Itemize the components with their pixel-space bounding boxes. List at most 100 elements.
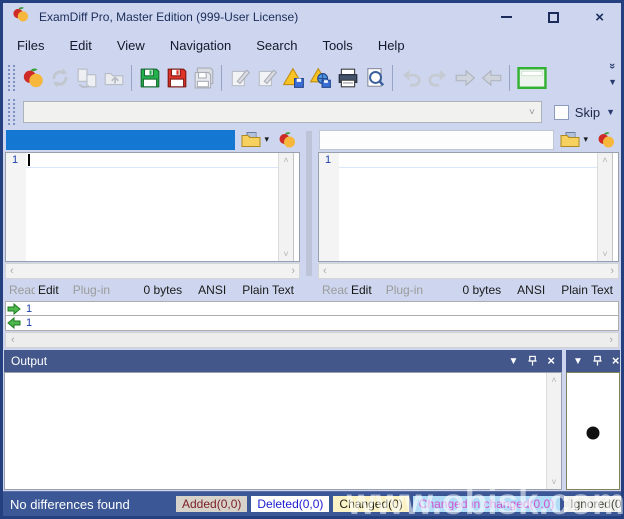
- left-horizontal-scrollbar[interactable]: ‹ ›: [5, 263, 300, 279]
- edit-mode-indicator[interactable]: Edit: [38, 283, 59, 297]
- right-vertical-scrollbar[interactable]: ˄ ˅: [597, 153, 612, 261]
- save-differences-as-html-button[interactable]: [307, 64, 334, 92]
- output-panel: Output ▼ × ˄ ˅: [4, 350, 562, 490]
- open-files-button[interactable]: [100, 64, 127, 92]
- scroll-down-icon[interactable]: ˅: [283, 249, 288, 259]
- right-file-path-combobox[interactable]: [319, 130, 554, 150]
- skip-checkbox[interactable]: [554, 105, 569, 120]
- left-browse-button[interactable]: ▾: [238, 129, 272, 151]
- menu-item-edit[interactable]: Edit: [69, 38, 91, 53]
- print-preview-button[interactable]: [361, 64, 388, 92]
- readonly-indicator: Read: [9, 283, 35, 297]
- save-both-files-button[interactable]: [190, 64, 217, 92]
- panel-menu-icon[interactable]: ▼: [509, 356, 519, 367]
- right-horizontal-scrollbar[interactable]: ‹ ›: [318, 263, 619, 279]
- right-diff-map-strip: [612, 153, 618, 261]
- scroll-up-icon[interactable]: ˄: [283, 155, 288, 165]
- pin-icon[interactable]: [592, 355, 603, 367]
- compare-files-button[interactable]: [19, 64, 46, 92]
- pin-icon[interactable]: [527, 355, 538, 367]
- print-button[interactable]: [334, 64, 361, 92]
- left-vertical-scrollbar[interactable]: ˄ ˅: [278, 153, 293, 261]
- copy-left-arrow-icon[interactable]: [7, 317, 21, 329]
- recompare-button[interactable]: [46, 64, 73, 92]
- save-differences-html-icon: [310, 67, 332, 89]
- right-editor-content[interactable]: [339, 153, 597, 261]
- menu-item-search[interactable]: Search: [256, 38, 297, 53]
- file-format-indicator: Plain Text: [561, 283, 613, 297]
- copy-to-right-button[interactable]: [451, 64, 478, 92]
- scroll-right-icon[interactable]: ›: [291, 265, 295, 277]
- menu-item-tools[interactable]: Tools: [322, 38, 352, 53]
- panel-menu-icon[interactable]: ▼: [573, 356, 583, 367]
- scroll-left-icon[interactable]: ‹: [10, 265, 14, 277]
- chevron-down-icon: ▾: [583, 134, 588, 145]
- edit-first-file-button[interactable]: [226, 64, 253, 92]
- scroll-down-icon[interactable]: ˅: [602, 249, 607, 259]
- merge-row[interactable]: 1: [5, 316, 619, 331]
- right-editor[interactable]: 1 ˄ ˅: [318, 152, 619, 262]
- redo-button[interactable]: [424, 64, 451, 92]
- menu-item-view[interactable]: View: [117, 38, 145, 53]
- pane-layout-button[interactable]: [514, 64, 550, 92]
- menu-item-files[interactable]: Files: [17, 38, 44, 53]
- edit-second-file-button[interactable]: [253, 64, 280, 92]
- file-format-indicator: Plain Text: [242, 283, 294, 297]
- merge-horizontal-scrollbar[interactable]: ‹ ›: [5, 332, 619, 348]
- save-first-file-button[interactable]: [136, 64, 163, 92]
- menu-item-help[interactable]: Help: [378, 38, 405, 53]
- left-compare-button[interactable]: [275, 129, 299, 151]
- output-panel-header[interactable]: Output ▼ ×: [4, 350, 562, 372]
- output-vertical-scrollbar[interactable]: ˄ ˅: [546, 373, 561, 489]
- encoding-indicator: ANSI: [517, 283, 545, 297]
- app-logo-icon: [278, 131, 296, 149]
- edit-mode-indicator[interactable]: Edit: [351, 283, 372, 297]
- toolbar-grip[interactable]: [8, 99, 15, 125]
- session-combobox[interactable]: ˅: [23, 101, 542, 123]
- maximize-button[interactable]: [548, 12, 559, 23]
- scroll-up-icon[interactable]: ˄: [551, 375, 556, 385]
- swap-panes-button[interactable]: [73, 64, 100, 92]
- left-line-number-gutter: 1: [6, 153, 26, 261]
- toolbar2-dropdown-button[interactable]: ▼: [606, 107, 615, 117]
- scroll-left-icon[interactable]: ‹: [11, 334, 15, 346]
- menu-item-navigation[interactable]: Navigation: [170, 38, 231, 53]
- window-title: ExamDiff Pro, Master Edition (999-User L…: [39, 10, 298, 24]
- save-second-file-button[interactable]: [163, 64, 190, 92]
- scroll-up-icon[interactable]: ˄: [602, 155, 607, 165]
- undo-button[interactable]: [397, 64, 424, 92]
- right-pane: ▾ 1 ˄ ˅: [317, 127, 620, 300]
- scroll-right-icon[interactable]: ›: [610, 265, 614, 277]
- right-pane-header: ▾: [317, 127, 620, 152]
- minimize-button[interactable]: [501, 16, 512, 18]
- right-browse-button[interactable]: ▾: [557, 129, 591, 151]
- side-panel-body: [566, 372, 620, 490]
- text-caret: [28, 154, 30, 166]
- scroll-down-icon[interactable]: ˅: [551, 477, 556, 487]
- right-compare-button[interactable]: [594, 129, 618, 151]
- copy-to-left-button[interactable]: [478, 64, 505, 92]
- merge-row[interactable]: 1: [5, 301, 619, 316]
- scroll-right-icon[interactable]: ›: [609, 334, 613, 346]
- save-differences-button[interactable]: [280, 64, 307, 92]
- scroll-left-icon[interactable]: ‹: [323, 265, 327, 277]
- toolbar-grip[interactable]: [8, 65, 15, 91]
- main-statusbar: No differences found Added(0,0)Deleted(0…: [3, 491, 621, 516]
- toolbar-overflow-button[interactable]: » ▼: [608, 61, 617, 87]
- plugin-indicator[interactable]: Plug-in: [386, 283, 423, 297]
- side-panel-header[interactable]: ▼ ×: [566, 350, 620, 372]
- output-panel-body: ˄ ˅: [4, 372, 562, 490]
- pane-splitter[interactable]: [301, 127, 317, 300]
- copy-right-arrow-icon[interactable]: [7, 303, 21, 315]
- close-icon[interactable]: ×: [612, 355, 620, 367]
- plugin-indicator[interactable]: Plug-in: [73, 283, 110, 297]
- save-second-icon: [166, 67, 188, 89]
- close-icon[interactable]: ×: [547, 355, 555, 367]
- toolbar-separator: [221, 65, 222, 91]
- left-file-path-combobox[interactable]: [6, 130, 235, 150]
- left-pane: ▾ 1 ˄ ˅: [4, 127, 301, 300]
- toolbar-separator: [392, 65, 393, 91]
- left-editor-content[interactable]: [26, 153, 278, 261]
- left-editor[interactable]: 1 ˄ ˅: [5, 152, 300, 262]
- close-button[interactable]: ×: [595, 12, 604, 23]
